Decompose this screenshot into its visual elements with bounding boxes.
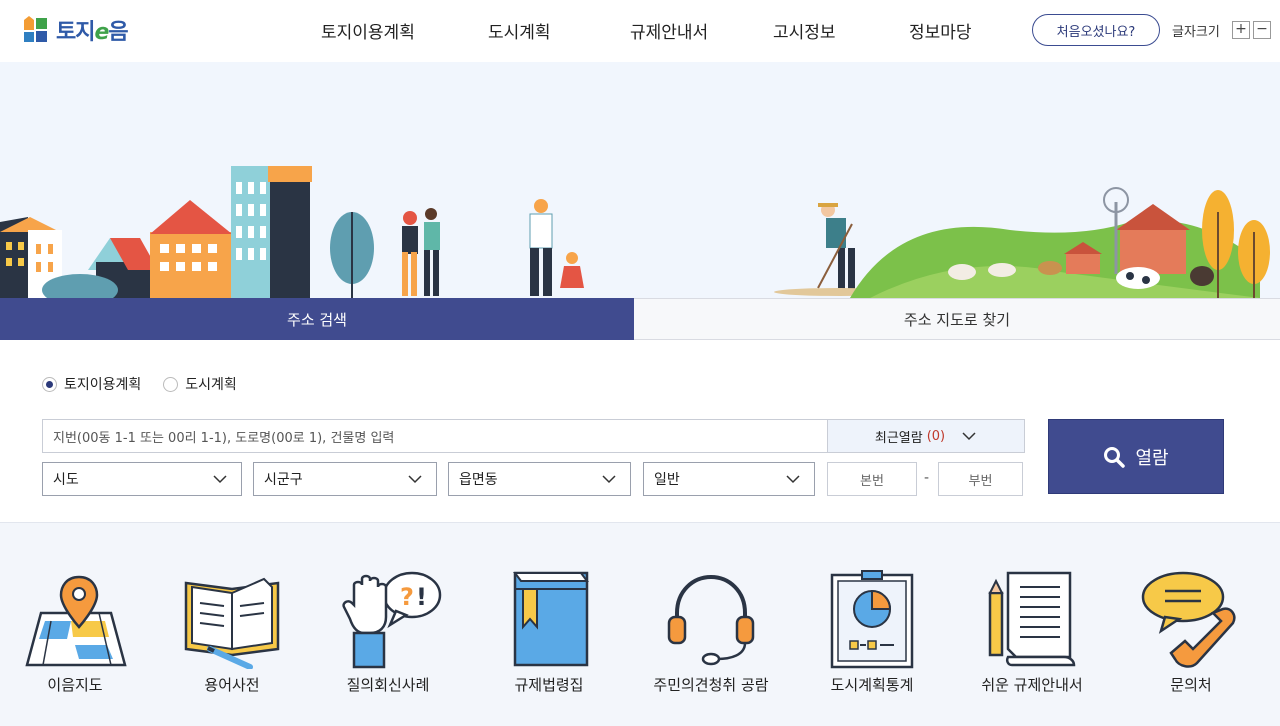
number-separator: - bbox=[924, 470, 930, 486]
land-type-select[interactable]: 일반 bbox=[643, 462, 815, 496]
quick-item-law-collection[interactable]: 규제법령집 bbox=[474, 523, 624, 726]
tab-find-on-map[interactable]: 주소 지도로 찾기 bbox=[634, 298, 1280, 340]
font-size-label: 글자크기 bbox=[1172, 25, 1220, 40]
search-button-label: 열람 bbox=[1135, 447, 1169, 469]
quick-item-label: 쉬운 규제안내서 bbox=[981, 676, 1083, 694]
recent-views-label: 최근열람 bbox=[874, 430, 923, 446]
quick-item-label: 주민의견청취 공람 bbox=[653, 676, 769, 694]
recent-views-dropdown[interactable]: 최근열람 (0) bbox=[827, 419, 1025, 453]
sigungu-select[interactable]: 시군구 bbox=[253, 462, 437, 496]
search-tabs: 주소 검색 주소 지도로 찾기 bbox=[0, 298, 1280, 348]
quick-item-contact[interactable]: 문의처 bbox=[1116, 523, 1266, 726]
svg-text:?: ? bbox=[400, 583, 414, 611]
font-size-decrease-button[interactable]: − bbox=[1253, 21, 1271, 39]
quick-item-label: 규제법령집 bbox=[514, 676, 584, 694]
quick-item-label: 도시계획통계 bbox=[830, 676, 914, 694]
site-header: 토지e음 토지이용계획 도시계획 규제안내서 고시정보 정보마당 처음오셨나요?… bbox=[0, 0, 1280, 62]
nav-notice-info[interactable]: 고시정보 bbox=[773, 18, 836, 43]
quick-item-label: 이음지도 bbox=[47, 676, 103, 694]
main-number-input[interactable]: 본번 bbox=[827, 462, 917, 496]
chevron-down-icon bbox=[408, 475, 422, 484]
nav-urban-plan[interactable]: 도시계획 bbox=[488, 18, 551, 43]
select-value: 시군구 bbox=[264, 472, 303, 488]
view-search-button[interactable]: 열람 bbox=[1048, 419, 1224, 494]
eupmyeondong-select[interactable]: 읍면동 bbox=[448, 462, 631, 496]
search-icon bbox=[1104, 446, 1126, 468]
radio-label: 토지이용계획 bbox=[64, 377, 142, 393]
select-value: 시도 bbox=[53, 472, 79, 488]
phone-speech-icon bbox=[1141, 571, 1236, 668]
select-value: 읍면동 bbox=[459, 472, 498, 488]
open-book-icon bbox=[184, 577, 280, 669]
quick-item-qa-cases[interactable]: ? ! 질의회신사례 bbox=[313, 523, 463, 726]
town-and-farm-illustration bbox=[0, 166, 1270, 298]
quick-item-public-hearing[interactable]: 주민의견청취 공람 bbox=[636, 523, 786, 726]
sub-number-input[interactable]: 부번 bbox=[938, 462, 1023, 496]
first-visit-button[interactable]: 처음오셨나요? bbox=[1032, 14, 1160, 46]
document-pencil-icon bbox=[988, 571, 1076, 667]
quick-item-easy-regulation-guide[interactable]: 쉬운 규제안내서 bbox=[957, 523, 1107, 726]
chevron-down-icon bbox=[213, 475, 227, 484]
font-size-increase-button[interactable]: + bbox=[1232, 21, 1250, 39]
address-search-input[interactable]: 지번(00동 1-1 또는 00리 1-1), 도로명(00로 1), 건물명 … bbox=[42, 419, 828, 453]
radio-circle-checked[interactable] bbox=[42, 376, 57, 392]
search-type-radios: 토지이용계획 도시계획 bbox=[42, 374, 237, 394]
quick-item-label: 문의처 bbox=[1170, 676, 1212, 694]
quick-item-urban-stats[interactable]: 도시계획통계 bbox=[797, 523, 947, 726]
nav-regulation-guide[interactable]: 규제안내서 bbox=[630, 18, 708, 43]
chevron-down-icon bbox=[786, 475, 800, 484]
nav-info-plaza[interactable]: 정보마당 bbox=[909, 18, 972, 43]
chevron-down-icon bbox=[962, 432, 976, 441]
nav-land-use-plan[interactable]: 토지이용계획 bbox=[321, 18, 415, 43]
headset-icon bbox=[667, 574, 755, 666]
quick-menu: 이음지도 용어사전 ? ! 질의회신사례 규제법령집 주민의견청취 공람 도시계… bbox=[0, 522, 1280, 726]
select-value: 일반 bbox=[654, 472, 680, 488]
raised-hand-question-icon: ? ! bbox=[342, 571, 442, 669]
sido-select[interactable]: 시도 bbox=[42, 462, 242, 496]
quick-item-label: 용어사전 bbox=[204, 676, 260, 694]
radio-urban-plan[interactable]: 도시계획 bbox=[163, 374, 237, 394]
hero-illustration bbox=[0, 62, 1280, 298]
quick-item-label: 질의회신사례 bbox=[346, 676, 430, 694]
map-pin-icon bbox=[25, 575, 127, 667]
quick-item-glossary[interactable]: 용어사전 bbox=[157, 523, 307, 726]
quick-item-eum-map[interactable]: 이음지도 bbox=[0, 523, 150, 726]
radio-circle-unchecked[interactable] bbox=[163, 376, 179, 392]
pie-chart-board-icon bbox=[830, 570, 914, 669]
svg-text:!: ! bbox=[416, 583, 427, 611]
radio-label: 도시계획 bbox=[185, 377, 237, 393]
recent-views-count: (0) bbox=[926, 428, 946, 444]
chevron-down-icon bbox=[602, 475, 616, 484]
radio-land-use-plan[interactable]: 토지이용계획 bbox=[42, 374, 141, 394]
law-book-icon bbox=[513, 571, 589, 667]
tab-address-search[interactable]: 주소 검색 bbox=[0, 298, 634, 348]
